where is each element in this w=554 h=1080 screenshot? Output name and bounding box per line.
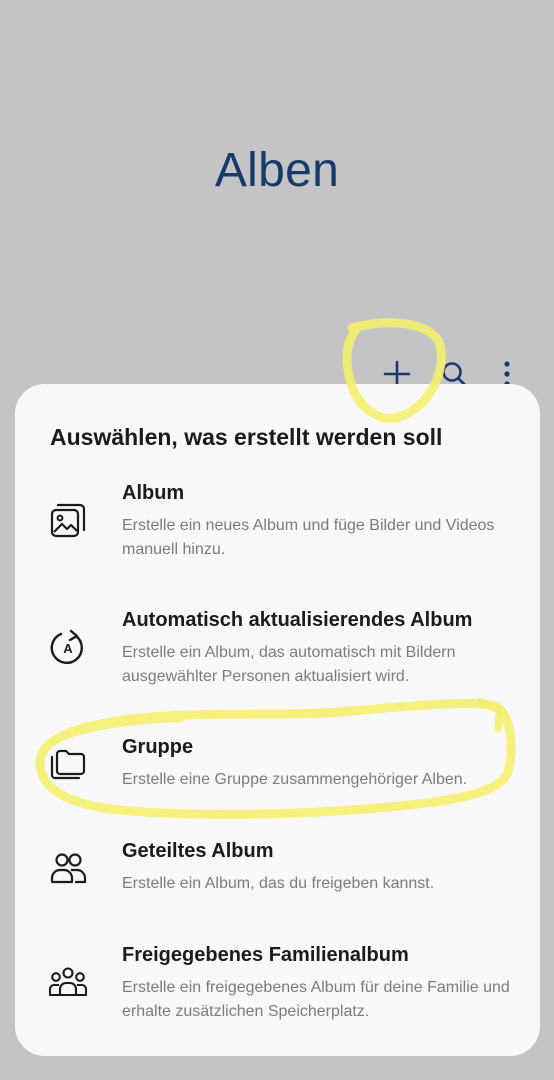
shared-people-icon — [48, 848, 88, 888]
album-icon — [48, 500, 88, 540]
option-label: Freigegebenes Familienalbum — [122, 944, 409, 966]
auto-update-icon: A — [48, 627, 88, 667]
option-description: Erstelle ein Album, das automatisch mit … — [122, 644, 456, 685]
option-auto-updating-album[interactable]: A Automatisch aktualisierendes Album Ers… — [15, 609, 540, 699]
option-description: Erstelle ein neues Album und füge Bilder… — [122, 517, 495, 558]
sheet-title: Auswählen, was erstellt werden soll — [50, 424, 443, 450]
folder-icon — [48, 744, 88, 784]
option-description: Erstelle eine Gruppe zusammengehöriger A… — [122, 771, 468, 788]
family-icon — [48, 962, 88, 1002]
create-bottom-sheet: Auswählen, was erstellt werden soll Albu… — [15, 384, 540, 1056]
option-label: Automatisch aktualisierendes Album — [122, 609, 473, 631]
option-label: Album — [122, 482, 185, 504]
option-label: Gruppe — [122, 736, 194, 758]
option-shared-album[interactable]: Geteiltes Album Erstelle ein Album, das … — [15, 840, 540, 910]
option-group[interactable]: Gruppe Erstelle eine Gruppe zusammengehö… — [15, 736, 540, 806]
option-description: Erstelle ein Album, das du freigeben kan… — [122, 875, 435, 892]
option-album[interactable]: Album Erstelle ein neues Album und füge … — [15, 482, 540, 572]
page-title: Alben — [214, 144, 340, 197]
option-family-album[interactable]: Freigegebenes Familienalbum Erstelle ein… — [15, 944, 540, 1034]
option-description: Erstelle ein freigegebenes Album für dei… — [122, 979, 510, 1020]
option-label: Geteiltes Album — [122, 840, 274, 862]
svg-text:A: A — [63, 641, 73, 656]
